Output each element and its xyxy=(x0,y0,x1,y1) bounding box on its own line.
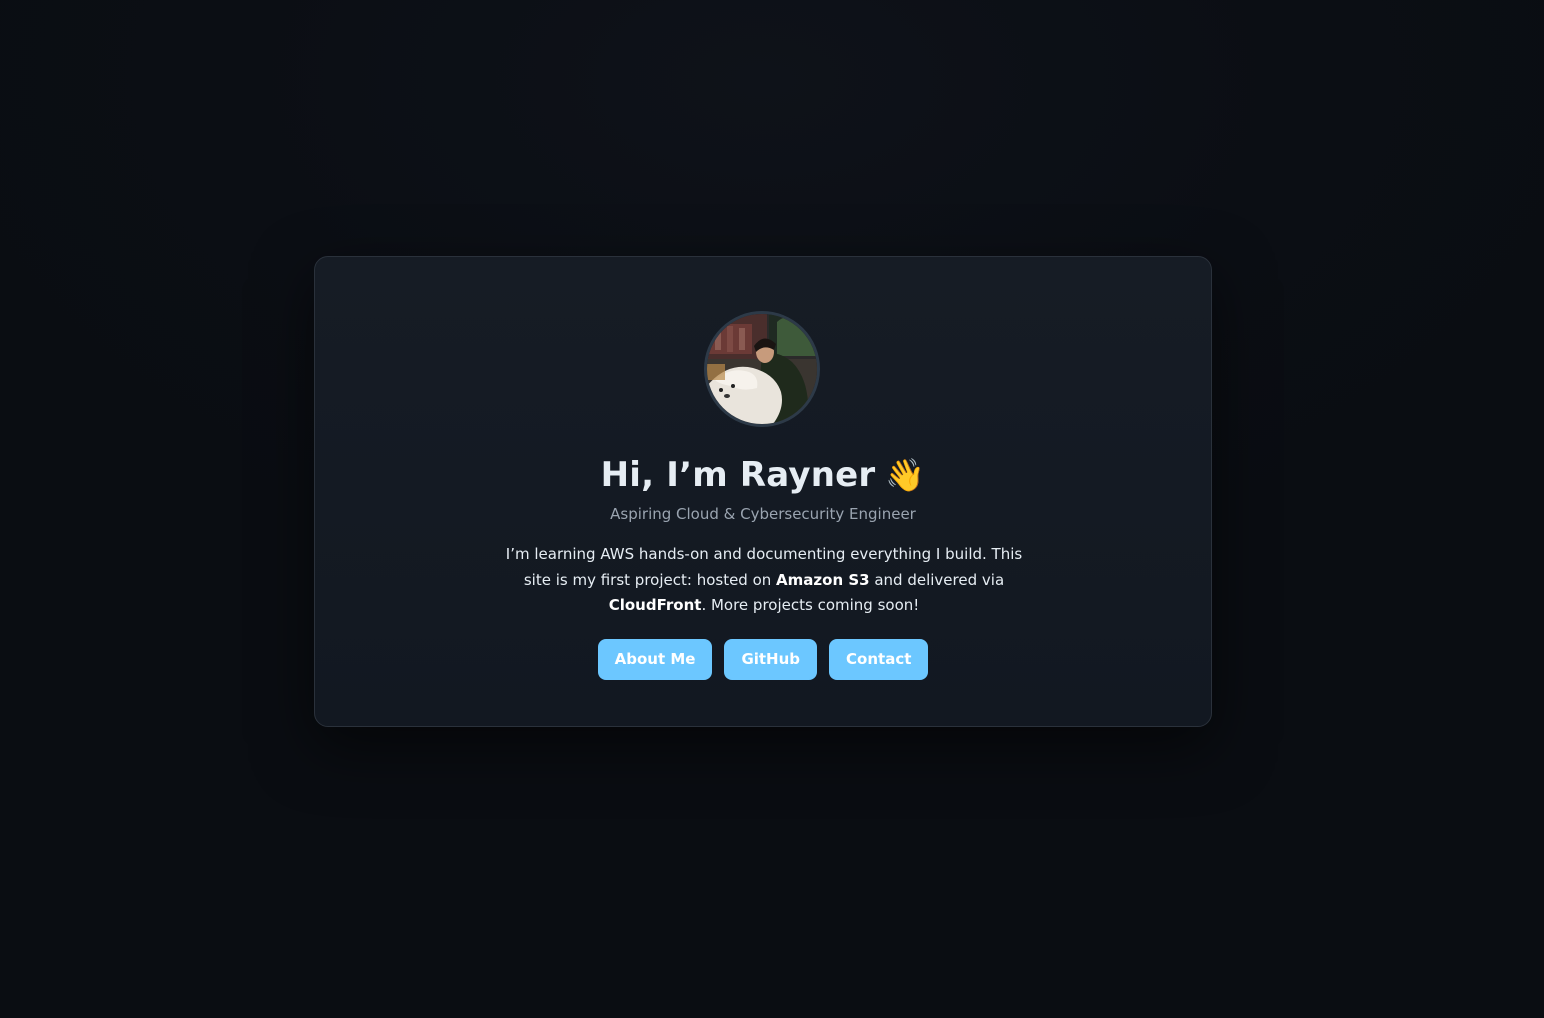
description-part-2: and delivered via xyxy=(869,570,1005,589)
page-title: Hi, I’m Rayner 👋 xyxy=(315,453,1211,497)
about-me-button[interactable]: About Me xyxy=(597,639,713,680)
profile-card: Hi, I’m Rayner 👋 Aspiring Cloud & Cyberse… xyxy=(314,256,1212,727)
github-button[interactable]: GitHub xyxy=(724,639,818,680)
greeting-text: Hi, I’m Rayner xyxy=(600,455,876,495)
contact-button[interactable]: Contact xyxy=(829,639,929,680)
button-row: About Me GitHub Contact xyxy=(315,639,1211,680)
description-part-3: . More projects coming soon! xyxy=(701,596,920,614)
amazon-s3-highlight: Amazon S3 xyxy=(776,570,870,589)
waving-hand-icon: 👋 xyxy=(885,456,926,494)
avatar-photo xyxy=(707,314,817,424)
avatar xyxy=(704,311,820,427)
cloudfront-highlight: CloudFront xyxy=(608,596,702,614)
subtitle: Aspiring Cloud & Cybersecurity Engineer xyxy=(610,505,916,523)
description: I’m learning AWS hands-on and documentin… xyxy=(500,542,1028,619)
